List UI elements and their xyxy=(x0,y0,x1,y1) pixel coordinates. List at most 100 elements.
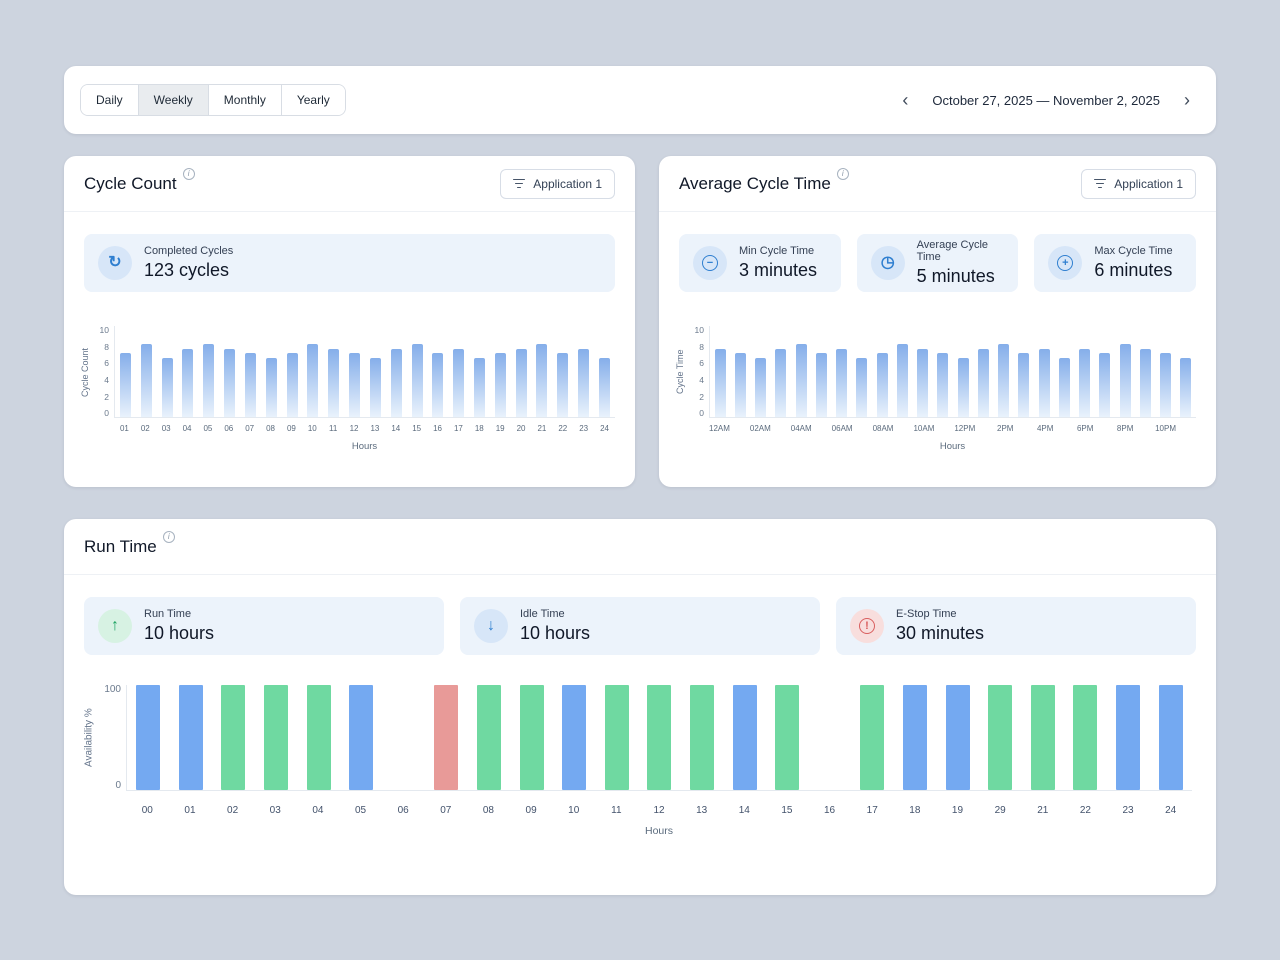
x-tick-label: 07 xyxy=(424,805,467,816)
bar xyxy=(599,358,610,417)
bar-slot xyxy=(973,326,993,417)
cycle-count-title: Cycle Count i xyxy=(84,174,195,194)
bar xyxy=(937,353,948,417)
bar xyxy=(391,349,402,417)
x-tick-label: 07 xyxy=(239,424,260,433)
period-tabs: Daily Weekly Monthly Yearly xyxy=(80,84,346,116)
x-tick-label: 23 xyxy=(1107,805,1150,816)
bar xyxy=(520,685,544,790)
bar xyxy=(224,349,235,417)
stat-value: 10 hours xyxy=(520,623,590,644)
x-tick-label: 19 xyxy=(936,805,979,816)
cycle-count-stats: ↻ Completed Cycles 123 cycles xyxy=(84,234,615,292)
avg-cycle-time-title: Average Cycle Time i xyxy=(679,174,849,194)
tab-daily[interactable]: Daily xyxy=(81,85,139,115)
bar xyxy=(796,344,807,417)
bar xyxy=(162,358,173,417)
filter-icon xyxy=(513,179,525,189)
bar-slot xyxy=(212,685,255,790)
bar xyxy=(179,685,203,790)
bar-chart: Cycle Time108642012AM02AM04AM06AM08AM10A… xyxy=(673,326,1196,452)
x-tick-label xyxy=(853,424,873,433)
card-title-text: Cycle Count xyxy=(84,174,177,194)
x-tick-label: 16 xyxy=(808,805,851,816)
bar-slot xyxy=(730,326,750,417)
bar xyxy=(877,353,888,417)
x-tick-label: 29 xyxy=(979,805,1022,816)
x-tick-label: 11 xyxy=(323,424,344,433)
x-tick-label xyxy=(730,424,750,433)
bar xyxy=(349,685,373,790)
bar-slot xyxy=(365,326,386,417)
bar-slot xyxy=(469,326,490,417)
bar-slot xyxy=(157,326,178,417)
x-tick-label: 12 xyxy=(638,805,681,816)
x-tick-label: 02 xyxy=(135,424,156,433)
x-tick-label: 08 xyxy=(260,424,281,433)
info-icon[interactable]: i xyxy=(183,168,195,180)
x-tick-label: 17 xyxy=(851,805,894,816)
info-icon[interactable]: i xyxy=(163,531,175,543)
tab-yearly[interactable]: Yearly xyxy=(282,85,345,115)
x-tick-label xyxy=(934,424,954,433)
arrow-down-circle-icon: ↓ xyxy=(474,609,508,643)
application-filter-button[interactable]: Application 1 xyxy=(1081,169,1196,199)
bar-slot xyxy=(751,326,771,417)
bar xyxy=(307,685,331,790)
bar-slot xyxy=(323,326,344,417)
bar-slot xyxy=(1115,326,1135,417)
x-tick-label: 12 xyxy=(344,424,365,433)
stat-value: 3 minutes xyxy=(739,260,817,281)
cycle-count-chart: Cycle Count10864200102030405060708091011… xyxy=(78,326,615,452)
info-icon[interactable]: i xyxy=(837,168,849,180)
bar xyxy=(1140,349,1151,417)
bar xyxy=(287,353,298,417)
plot-column: 0102030405060708091011121314151617181920… xyxy=(114,326,615,452)
bar xyxy=(120,353,131,417)
stat-value: 6 minutes xyxy=(1094,260,1172,281)
filter-button-label: Application 1 xyxy=(1114,178,1183,190)
chevron-left-icon[interactable]: ‹ xyxy=(896,89,914,111)
average-cycle-time-stat: ◷ Average Cycle Time 5 minutes xyxy=(857,234,1019,292)
bar-slot xyxy=(1021,685,1064,790)
x-tick-label: 10 xyxy=(302,424,323,433)
min-cycle-time-stat: − Min Cycle Time 3 minutes xyxy=(679,234,841,292)
stat-value: 123 cycles xyxy=(144,260,233,281)
x-tick-label: 08AM xyxy=(873,424,894,433)
bar xyxy=(733,685,757,790)
x-tick-label: 15 xyxy=(766,805,809,816)
bar xyxy=(221,685,245,790)
x-axis-title: Hours xyxy=(709,441,1196,452)
x-tick-label xyxy=(1055,424,1075,433)
x-tick-label: 06AM xyxy=(832,424,853,433)
x-tick-label: 04 xyxy=(297,805,340,816)
bar xyxy=(735,353,746,417)
plot-area xyxy=(114,326,615,418)
chevron-right-icon[interactable]: › xyxy=(1178,89,1196,111)
x-tick-label xyxy=(1015,424,1035,433)
x-tick-label: 8PM xyxy=(1115,424,1135,433)
application-filter-button[interactable]: Application 1 xyxy=(500,169,615,199)
x-tick-label xyxy=(812,424,832,433)
plus-circle-icon: + xyxy=(1048,246,1082,280)
bar xyxy=(775,349,786,417)
bar xyxy=(1180,358,1191,417)
bar-slot xyxy=(510,685,553,790)
bar-slot xyxy=(1034,326,1054,417)
bar xyxy=(1160,353,1171,417)
sync-cycles-icon: ↻ xyxy=(98,246,132,280)
bar xyxy=(328,349,339,417)
x-tick-label: 01 xyxy=(169,805,212,816)
tab-weekly[interactable]: Weekly xyxy=(139,85,209,115)
x-tick-label: 02AM xyxy=(750,424,771,433)
y-axis-title: Cycle Count xyxy=(78,326,92,418)
bar xyxy=(1079,349,1090,417)
x-tick-label: 22 xyxy=(1064,805,1107,816)
bar-slot xyxy=(115,326,136,417)
tab-monthly[interactable]: Monthly xyxy=(209,85,282,115)
bar xyxy=(136,685,160,790)
bar-slot xyxy=(1014,326,1034,417)
bar xyxy=(1073,685,1097,790)
bar-slot xyxy=(1075,326,1095,417)
bar-slot xyxy=(851,685,894,790)
